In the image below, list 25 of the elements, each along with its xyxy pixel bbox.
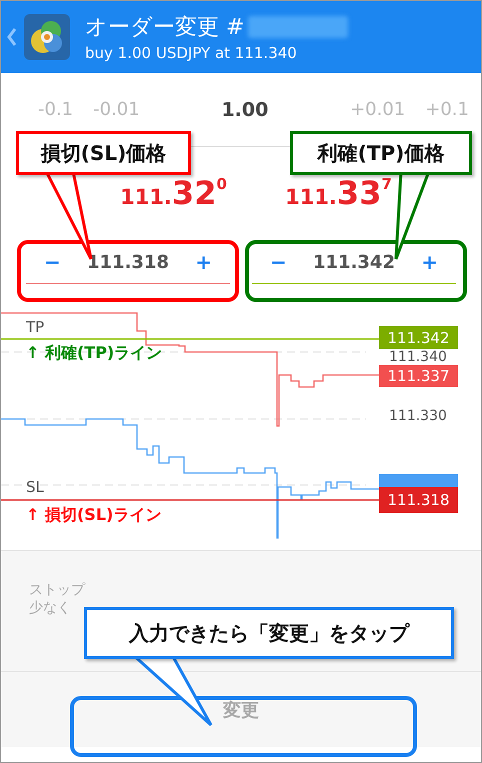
price-tag: 111.342 xyxy=(379,326,458,349)
sl-label: SL xyxy=(26,478,44,496)
price-value: 111.342 xyxy=(313,252,395,272)
tp-label: TP xyxy=(26,318,44,336)
increment-button[interactable]: + xyxy=(189,249,218,275)
callout: 損切(SL)価格 xyxy=(16,131,191,175)
back-icon[interactable] xyxy=(7,27,17,47)
price-value: 111.318 xyxy=(87,252,169,272)
window-title: オーダー変更 # xyxy=(85,14,244,42)
note-text: ストップ xyxy=(29,581,85,599)
decrement-button[interactable]: − xyxy=(38,249,67,275)
line-annotation: ↑ 損切(SL)ライン xyxy=(26,505,162,526)
axis-label: 111.340 xyxy=(389,350,447,364)
app-logo-icon xyxy=(23,13,71,61)
volume-value: 1.00 xyxy=(221,98,268,120)
order-summary: buy 1.00 USDJPY at 111.340 xyxy=(85,44,298,62)
increment-button[interactable]: + xyxy=(415,249,444,275)
take-profit-line[interactable] xyxy=(1,338,379,340)
decrement-button[interactable]: − xyxy=(264,249,293,275)
line-annotation: ↑ 利確(TP)ライン xyxy=(26,343,162,364)
note-text: 少なく xyxy=(29,599,71,617)
price-tag: 111.318 xyxy=(379,487,458,513)
price-tag: 111.337 xyxy=(379,365,458,387)
axis-label: 111.330 xyxy=(389,409,447,424)
stop-loss-line[interactable] xyxy=(1,499,379,501)
